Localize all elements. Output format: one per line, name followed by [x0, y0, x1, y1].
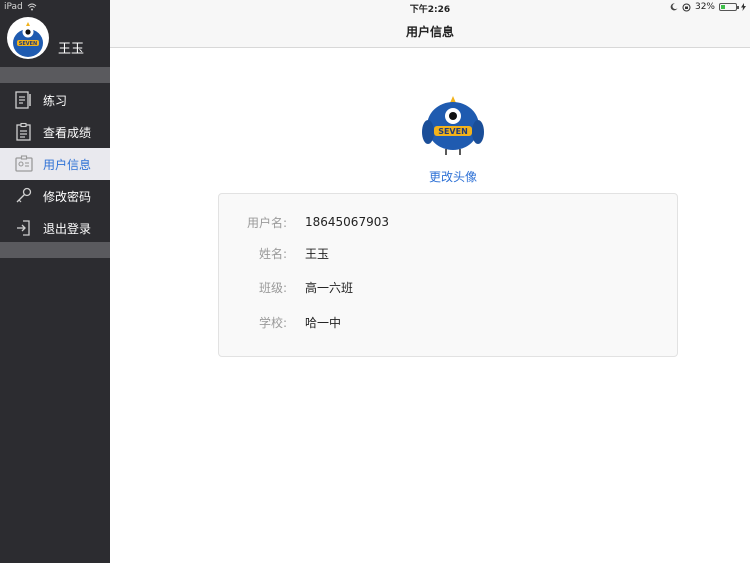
wifi-icon — [27, 3, 37, 11]
user-info-card: 用户名: 18645067903 姓名: 王玉 班级: 高一六班 学校: 哈一中 — [218, 193, 678, 357]
field-label: 学校: — [258, 315, 287, 330]
page-title: 用户信息 — [405, 25, 454, 39]
sidebar-divider-top — [0, 67, 110, 83]
field-value: 王玉 — [305, 246, 330, 261]
field-label: 姓名: — [258, 246, 287, 261]
avatar[interactable]: SEVEN — [7, 17, 49, 59]
sidebar-item-label: 练习 — [43, 93, 68, 108]
field-label: 班级: — [258, 280, 287, 295]
charging-icon — [741, 3, 746, 11]
mascot-text: SEVEN — [438, 127, 468, 136]
sidebar-item-label: 退出登录 — [43, 221, 92, 236]
moon-icon — [670, 3, 678, 11]
field-value: 哈一中 — [305, 315, 342, 330]
logout-icon — [13, 217, 35, 239]
status-time: 下午2:26 — [409, 5, 451, 15]
sidebar-item-label: 查看成绩 — [43, 125, 92, 140]
sidebar-item-label: 用户信息 — [43, 157, 92, 172]
change-avatar-link[interactable]: 更改头像 — [110, 168, 750, 185]
navigation-bar: 下午2:26 32% 用户信息 — [110, 0, 750, 48]
field-value: 高一六班 — [305, 280, 354, 295]
orientation-lock-icon — [682, 3, 691, 11]
field-value: 18645067903 — [305, 215, 389, 229]
clipboard-icon — [13, 121, 35, 143]
key-icon — [13, 185, 35, 207]
id-card-icon — [13, 153, 35, 175]
info-row-name: 姓名: 王玉 — [219, 243, 679, 263]
status-bar-right: 32% — [670, 2, 746, 12]
sidebar-item-scores[interactable]: 查看成绩 — [0, 116, 110, 148]
sidebar-item-logout[interactable]: 退出登录 — [0, 212, 110, 244]
sidebar-item-user-info[interactable]: 用户信息 — [0, 148, 110, 180]
sidebar-item-change-password[interactable]: 修改密码 — [0, 180, 110, 212]
practice-icon — [13, 89, 35, 111]
battery-icon — [719, 3, 739, 11]
battery-percent: 32% — [694, 2, 715, 12]
mascot-text-small: SEVEN — [19, 41, 38, 47]
field-label: 用户名: — [246, 215, 287, 230]
sidebar-menu: 练习 查看成绩 用户信息 修改密码 退出登录 — [0, 84, 110, 244]
mascot-icon: SEVEN — [13, 22, 43, 57]
sidebar-item-label: 修改密码 — [43, 189, 92, 204]
sidebar: iPad SEVEN 王玉 练习 查看成绩 用户信息 修改密码 退出登录 — [0, 0, 110, 563]
device-label: iPad — [4, 2, 23, 12]
profile-avatar[interactable]: SEVEN — [418, 94, 488, 156]
mascot-icon: SEVEN — [422, 96, 484, 155]
sidebar-item-practice[interactable]: 练习 — [0, 84, 110, 116]
sidebar-profile[interactable]: SEVEN 王玉 — [0, 14, 110, 66]
info-row-class: 班级: 高一六班 — [219, 277, 679, 297]
sidebar-divider-bottom — [0, 242, 110, 258]
info-row-school: 学校: 哈一中 — [219, 312, 679, 332]
sidebar-user-name: 王玉 — [58, 42, 85, 57]
info-row-username: 用户名: 18645067903 — [219, 212, 679, 232]
main-content: SEVEN 更改头像 用户名: 18645067903 姓名: 王玉 班级: 高… — [110, 48, 750, 563]
battery-fill — [721, 5, 726, 9]
status-bar-left: iPad — [4, 2, 37, 12]
